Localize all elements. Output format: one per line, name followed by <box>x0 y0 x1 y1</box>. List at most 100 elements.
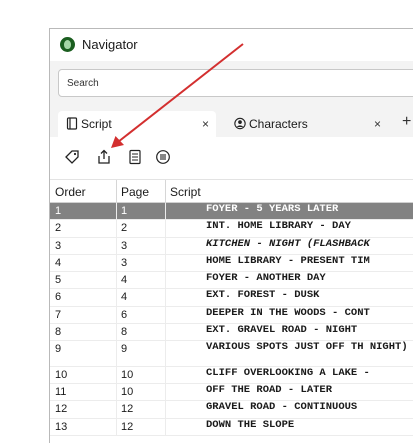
order-cell: 4 <box>55 256 62 269</box>
table-row[interactable]: 4 3 HOME LIBRARY - PRESENT TIM <box>50 254 413 273</box>
scene-grid: Order Page Script 1 1 FOYER - 5 YEARS LATE… <box>50 179 413 437</box>
script-cell: CLIFF OVERLOOKING A LAKE - <box>206 366 370 379</box>
tab-characters[interactable]: Characters × <box>226 111 392 137</box>
script-cell: VARIOUS SPOTS JUST OFF TH NIGHT) <box>206 341 408 354</box>
table-row[interactable]: 12 12 GRAVEL ROAD - CONTINUOUS <box>50 401 413 419</box>
row-divider <box>165 341 166 366</box>
order-cell: 2 <box>55 222 62 235</box>
page-cell: 2 <box>121 222 128 235</box>
page-cell: 3 <box>121 256 128 269</box>
grid-body: 1 1 FOYER - 5 YEARS LATER 2 2 INT. HOME LIBRA… <box>50 203 413 437</box>
table-row[interactable]: 6 4 EXT. FOREST - DUSK <box>50 289 413 307</box>
page-cell: 10 <box>121 368 134 381</box>
row-divider <box>165 203 166 220</box>
column-header-page[interactable]: Page <box>121 185 149 199</box>
share-icon <box>98 149 110 164</box>
order-cell: 8 <box>55 326 62 339</box>
add-tab-button[interactable]: + <box>402 113 411 131</box>
order-cell: 12 <box>55 403 68 416</box>
grid-header: Order Page Script <box>50 179 413 204</box>
page-cell: 3 <box>121 239 128 252</box>
search-input[interactable] <box>58 69 413 97</box>
share-button[interactable] <box>94 147 114 167</box>
page-cell: 12 <box>121 403 134 416</box>
script-cell: EXT. FOREST - DUSK <box>206 289 320 302</box>
tab-script[interactable]: Script × <box>58 111 216 137</box>
row-divider <box>165 306 166 324</box>
script-cell: OFF THE ROAD - LATER <box>206 384 333 397</box>
person-circle-icon <box>234 117 246 130</box>
search-area <box>50 61 413 111</box>
row-divider <box>165 401 166 418</box>
table-row[interactable]: 10 10 CLIFF OVERLOOKING A LAKE - <box>50 366 413 385</box>
list-button[interactable] <box>153 147 173 167</box>
row-divider <box>116 324 117 341</box>
page-cell: 9 <box>121 343 128 356</box>
table-row[interactable]: 2 2 INT. HOME LIBRARY - DAY <box>50 220 413 238</box>
script-cell: INT. HOME LIBRARY - DAY <box>206 220 351 233</box>
column-divider[interactable] <box>116 180 117 204</box>
script-cell: FOYER - ANOTHER DAY <box>206 272 326 285</box>
page-cell: 4 <box>121 274 128 287</box>
row-divider <box>165 220 166 237</box>
tag-icon <box>65 150 79 164</box>
table-row[interactable]: 9 9 VARIOUS SPOTS JUST OFF TH NIGHT) <box>50 341 413 367</box>
title-bar: Navigator <box>50 29 413 61</box>
order-cell: 6 <box>55 291 62 304</box>
navigator-window: Navigator Script × Characters × + <box>49 28 413 443</box>
page-cell: 10 <box>121 386 134 399</box>
table-row[interactable]: 3 3 KITCHEN - NIGHT (FLASHBACK <box>50 237 413 255</box>
column-header-script[interactable]: Script <box>170 185 201 199</box>
script-cell: EXT. GRAVEL ROAD - NIGHT <box>206 324 358 337</box>
page-cell: 8 <box>121 326 128 339</box>
order-cell: 5 <box>55 274 62 287</box>
notes-button[interactable] <box>125 147 145 167</box>
order-cell: 11 <box>55 386 67 399</box>
order-cell: 9 <box>55 343 62 356</box>
table-row[interactable]: 7 6 DEEPER IN THE WOODS - CONT <box>50 306 413 325</box>
row-divider <box>116 237 117 254</box>
page-cell: 6 <box>121 308 128 321</box>
script-cell: HOME LIBRARY - PRESENT TIM <box>206 254 370 267</box>
column-header-order[interactable]: Order <box>55 185 86 199</box>
row-divider <box>116 341 117 366</box>
column-divider[interactable] <box>165 180 166 204</box>
row-divider <box>116 254 117 272</box>
order-cell: 1 <box>55 205 62 217</box>
row-divider <box>165 418 166 436</box>
row-divider <box>165 254 166 272</box>
tab-script-label: Script <box>81 117 112 131</box>
tag-button[interactable] <box>62 147 82 167</box>
toolbar <box>50 137 413 179</box>
page-cell: 4 <box>121 291 128 304</box>
row-divider <box>116 366 117 384</box>
row-divider <box>165 384 166 401</box>
row-divider <box>165 237 166 254</box>
tab-script-close-button[interactable]: × <box>202 117 209 131</box>
script-cell: GRAVEL ROAD - CONTINUOUS <box>206 401 358 414</box>
notes-icon <box>129 149 141 165</box>
script-cell: DOWN THE SLOPE <box>206 418 295 431</box>
order-cell: 3 <box>55 239 62 252</box>
tab-characters-label: Characters <box>249 117 308 131</box>
order-cell: 10 <box>55 368 68 381</box>
app-logo-icon <box>60 37 75 52</box>
page-cell: 1 <box>121 205 128 217</box>
tab-characters-close-button[interactable]: × <box>374 117 381 131</box>
table-row[interactable]: 13 12 DOWN THE SLOPE <box>50 418 413 437</box>
row-divider <box>165 324 166 341</box>
row-divider <box>116 289 117 306</box>
tab-strip: Script × Characters × + <box>50 111 413 137</box>
table-row[interactable]: 8 8 EXT. GRAVEL ROAD - NIGHT <box>50 324 413 342</box>
script-cell: KITCHEN - NIGHT (FLASHBACK <box>206 237 370 250</box>
table-row[interactable]: 5 4 FOYER - ANOTHER DAY <box>50 272 413 290</box>
table-row[interactable]: 1 1 FOYER - 5 YEARS LATER <box>50 203 413 221</box>
row-divider <box>116 272 117 289</box>
row-divider <box>116 401 117 418</box>
row-divider <box>116 418 117 436</box>
row-divider <box>116 306 117 324</box>
script-cell: FOYER - 5 YEARS LATER <box>206 203 339 215</box>
table-row[interactable]: 11 10 OFF THE ROAD - LATER <box>50 384 413 402</box>
script-cell: DEEPER IN THE WOODS - CONT <box>206 306 370 319</box>
row-divider <box>165 289 166 306</box>
